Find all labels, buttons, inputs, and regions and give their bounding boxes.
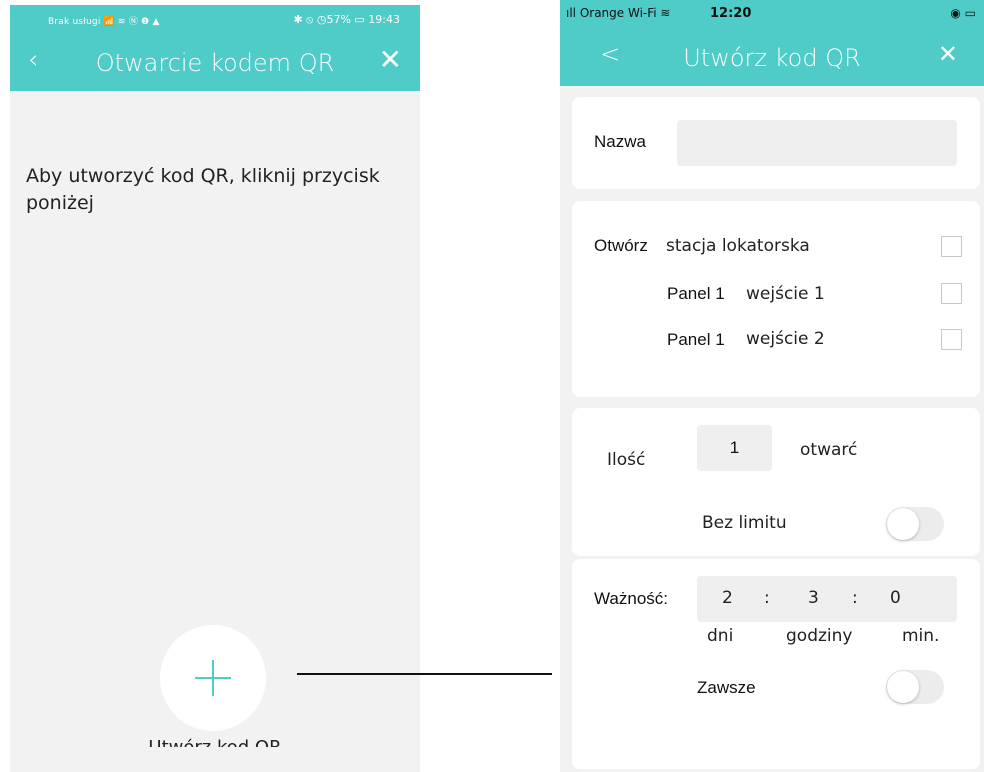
toggle-knob bbox=[887, 671, 919, 703]
quantity-unit: otwarć bbox=[800, 440, 858, 460]
left-page-title: Otwarcie kodem QR bbox=[95, 49, 335, 77]
days-value[interactable]: 2 bbox=[722, 588, 733, 608]
left-status-bar: Brak usługi 📶 ≋ Ⓝ ❶ ▲ ✱ ⦸ ◷57% ▭ 19:43 bbox=[10, 5, 420, 35]
open-item-label: wejście 1 bbox=[746, 284, 825, 304]
right-nav-bar: < Utwórz kod QR ✕ bbox=[560, 28, 984, 86]
always-toggle[interactable] bbox=[886, 670, 944, 704]
open-item-panel: Panel 1 bbox=[667, 284, 725, 303]
time-separator: : bbox=[852, 588, 858, 608]
quantity-input[interactable]: 1 bbox=[697, 425, 772, 471]
open-item-label: wejście 2 bbox=[746, 329, 825, 349]
left-phone-screen: Brak usługi 📶 ≋ Ⓝ ❶ ▲ ✱ ⦸ ◷57% ▭ 19:43 ‹… bbox=[10, 5, 420, 747]
name-input[interactable] bbox=[677, 120, 957, 166]
close-icon[interactable]: ✕ bbox=[379, 45, 402, 75]
always-label: Zawsze bbox=[697, 678, 756, 697]
name-card: Nazwa bbox=[572, 97, 980, 189]
hours-value[interactable]: 3 bbox=[808, 588, 819, 608]
name-label: Nazwa bbox=[594, 132, 646, 151]
connector-line bbox=[297, 673, 552, 675]
right-status-bar: ıll Orange Wi-Fi ≋ 12:20 ◉ ▭ bbox=[560, 0, 984, 28]
create-qr-button[interactable] bbox=[160, 625, 266, 731]
days-label: dni bbox=[707, 626, 734, 646]
quantity-label: Ilość bbox=[607, 450, 646, 470]
hours-label: godziny bbox=[786, 626, 853, 646]
create-qr-label[interactable]: Utwórz kod QR bbox=[10, 737, 420, 747]
left-status-icons: ✱ ⦸ ◷57% ▭ 19:43 bbox=[293, 13, 400, 26]
open-label: Otwórz bbox=[594, 236, 648, 255]
left-nav-bar: ‹ Otwarcie kodem QR ✕ bbox=[10, 35, 420, 91]
no-limit-toggle[interactable] bbox=[886, 507, 944, 541]
toggle-knob bbox=[887, 508, 919, 540]
instruction-text: Aby utworzyć kod QR, kliknij przycisk po… bbox=[26, 165, 380, 214]
left-status-carrier: Brak usługi 📶 ≋ Ⓝ ❶ ▲ bbox=[48, 17, 160, 27]
open-card: Otwórz stacja lokatorska Panel 1 wejście… bbox=[572, 201, 980, 397]
validity-input[interactable]: 2 : 3 : 0 bbox=[697, 576, 957, 622]
open-item-checkbox[interactable] bbox=[941, 236, 962, 257]
plus-icon bbox=[195, 660, 231, 696]
open-item-label: stacja lokatorska bbox=[666, 236, 810, 256]
open-item-checkbox[interactable] bbox=[941, 329, 962, 350]
battery-icon: ◉ ▭ bbox=[950, 6, 976, 20]
open-item-panel: Panel 1 bbox=[667, 330, 725, 349]
minutes-label: min. bbox=[902, 626, 940, 646]
validity-card: Ważność: 2 : 3 : 0 dni godziny min. Zaws… bbox=[572, 559, 980, 769]
left-phone-bottom bbox=[10, 747, 420, 772]
open-item-checkbox[interactable] bbox=[941, 283, 962, 304]
right-status-carrier: ıll Orange Wi-Fi ≋ bbox=[566, 6, 671, 20]
right-phone-screen: ıll Orange Wi-Fi ≋ 12:20 ◉ ▭ < Utwórz ko… bbox=[560, 0, 984, 772]
validity-label: Ważność: bbox=[594, 589, 669, 608]
minutes-value[interactable]: 0 bbox=[890, 588, 901, 608]
no-limit-label: Bez limitu bbox=[702, 513, 787, 533]
quantity-card: Ilość 1 otwarć Bez limitu bbox=[572, 408, 980, 556]
time-separator: : bbox=[764, 588, 770, 608]
right-page-title: Utwórz kod QR bbox=[683, 44, 861, 72]
close-icon[interactable]: ✕ bbox=[938, 40, 958, 68]
right-status-time: 12:20 bbox=[710, 6, 752, 21]
